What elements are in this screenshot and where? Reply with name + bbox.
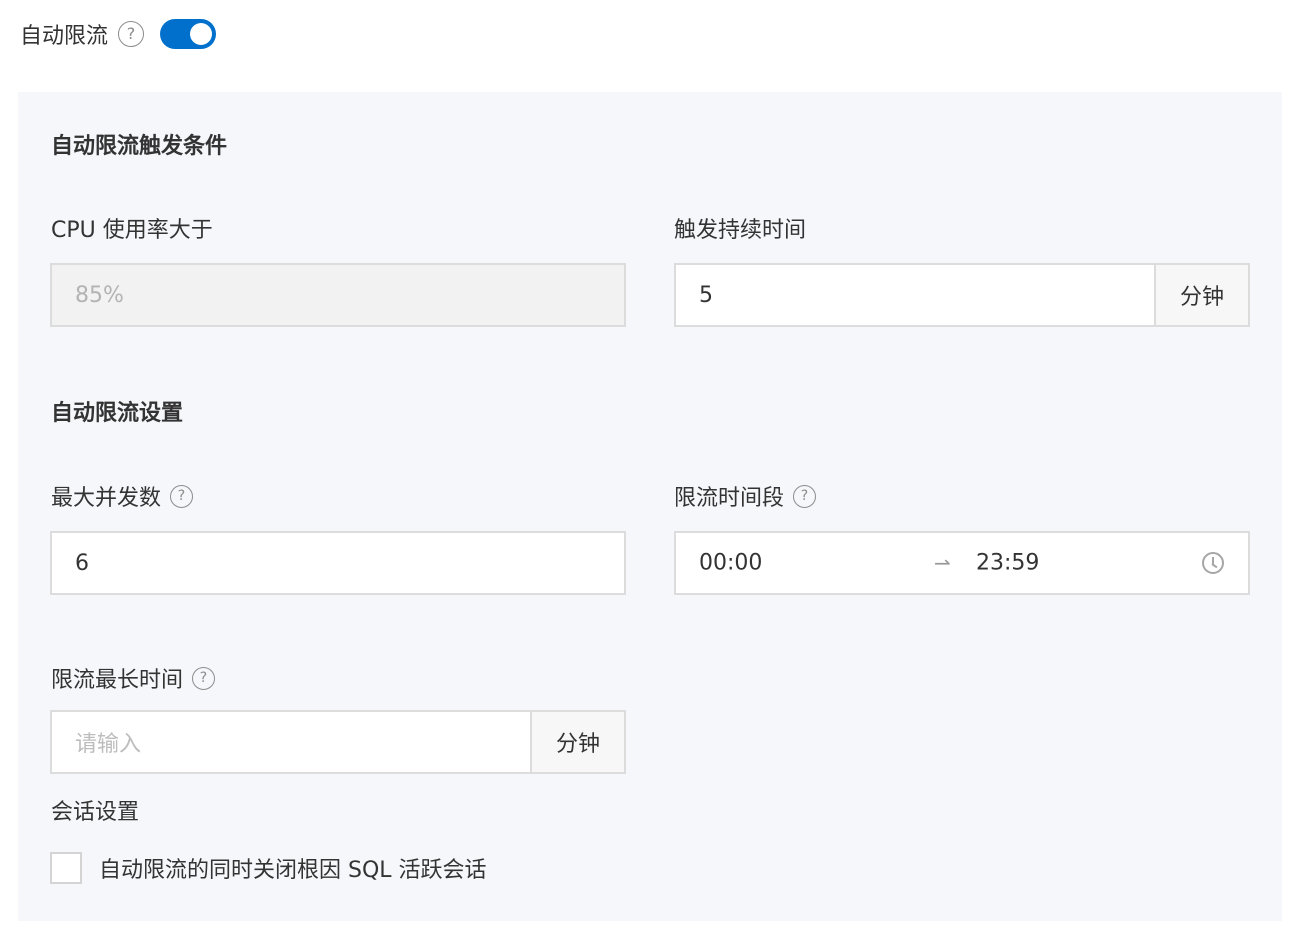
- switch-knob: [190, 23, 213, 45]
- auto-throttle-panel: 自动限流触发条件 CPU 使用率大于 85% 触发持续时间 5 分钟 自动限流设…: [18, 92, 1282, 921]
- max-duration-label-text: 限流最长时间: [51, 668, 184, 693]
- trigger-duration-label: 触发持续时间: [674, 213, 806, 243]
- time-range-label-text: 限流时间段: [674, 486, 785, 511]
- time-range-start[interactable]: 00:00: [699, 551, 762, 576]
- max-duration-unit: 分钟: [530, 712, 624, 772]
- max-duration-input[interactable]: 请输入 分钟: [50, 710, 626, 774]
- time-range-end[interactable]: 23:59: [976, 551, 1039, 576]
- session-section-title-text: 会话设置: [51, 800, 140, 825]
- max-concurrency-label-text: 最大并发数: [51, 486, 162, 511]
- session-section-title: 会话设置: [51, 795, 139, 825]
- max-concurrency-help-icon[interactable]: ?: [170, 484, 194, 508]
- kill-session-option[interactable]: 自动限流的同时关闭根因 SQL 活跃会话: [50, 852, 487, 884]
- max-concurrency-label: 最大并发数 ?: [51, 481, 194, 511]
- clock-icon: [1202, 552, 1224, 574]
- cpu-usage-value: 85%: [75, 282, 124, 308]
- time-range-help-icon[interactable]: ?: [793, 484, 817, 508]
- max-concurrency-input[interactable]: 6: [50, 531, 626, 595]
- cpu-usage-label: CPU 使用率大于: [51, 213, 213, 243]
- cpu-usage-label-text: CPU 使用率大于: [51, 218, 213, 243]
- settings-section-title: 自动限流设置: [51, 401, 184, 426]
- max-duration-label: 限流最长时间 ?: [51, 663, 216, 693]
- auto-throttle-label: 自动限流: [20, 24, 109, 49]
- time-range-picker[interactable]: 00:00 ⇀ 23:59: [674, 531, 1250, 595]
- trigger-duration-label-text: 触发持续时间: [674, 218, 807, 243]
- trigger-duration-value[interactable]: 5: [676, 283, 1154, 308]
- kill-session-checkbox[interactable]: [50, 852, 82, 884]
- max-duration-help-icon[interactable]: ?: [192, 666, 216, 690]
- trigger-duration-input[interactable]: 5 分钟: [674, 263, 1250, 327]
- cpu-usage-input: 85%: [50, 263, 626, 327]
- max-concurrency-value[interactable]: 6: [52, 551, 624, 576]
- question-circle-icon[interactable]: ?: [118, 21, 145, 47]
- max-duration-placeholder[interactable]: 请输入: [52, 726, 530, 758]
- trigger-section-title: 自动限流触发条件: [51, 134, 228, 159]
- kill-session-checkbox-label[interactable]: 自动限流的同时关闭根因 SQL 活跃会话: [99, 852, 487, 884]
- auto-throttle-header: 自动限流 ?: [20, 14, 217, 54]
- auto-throttle-switch[interactable]: [160, 19, 217, 49]
- arrow-right-icon: ⇀: [934, 551, 951, 575]
- time-range-label: 限流时间段 ?: [674, 481, 817, 511]
- trigger-duration-unit: 分钟: [1154, 265, 1248, 325]
